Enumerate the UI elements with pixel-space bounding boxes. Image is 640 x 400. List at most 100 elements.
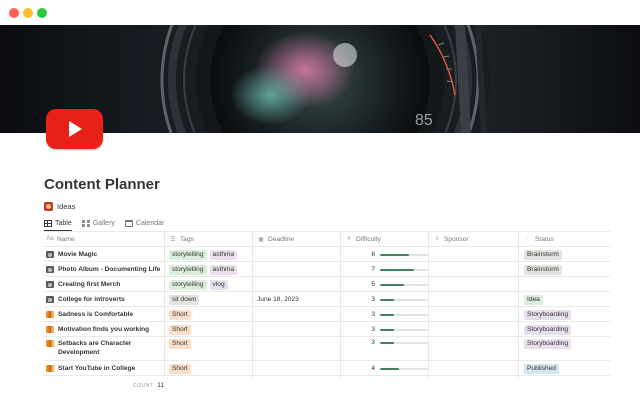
table-row[interactable]: Movie Magic storytelling asthma 6 Brainstorm	[44, 247, 610, 262]
row-tags-cell[interactable]: storytelling vlog	[169, 277, 231, 292]
difficulty-progress-bar	[380, 367, 428, 370]
row-difficulty-cell[interactable]: 7	[343, 262, 429, 277]
difficulty-progress-bar	[380, 298, 428, 301]
date-icon: ▣	[258, 236, 264, 243]
row-difficulty-cell[interactable]: 6	[343, 247, 429, 262]
minimize-window-button[interactable]	[23, 8, 33, 18]
difficulty-value: 4	[371, 365, 375, 372]
row-name-cell[interactable]: Sadness is Comfortable	[46, 307, 164, 322]
column-header-sponsor-label: Sponsor	[444, 235, 469, 243]
table-row[interactable]: College for introverts sit down June 18, 2…	[44, 292, 610, 307]
window-titlebar	[0, 0, 640, 25]
row-tags-cell[interactable]: storytelling asthma	[169, 247, 240, 262]
tab-calendar[interactable]: Calendar	[124, 216, 165, 230]
difficulty-progress-bar	[380, 268, 428, 271]
row-difficulty-cell[interactable]: 5	[343, 277, 429, 292]
row-name: College for introverts	[58, 296, 125, 303]
tag-badge: Short	[169, 339, 191, 349]
row-status-cell[interactable]: Published	[524, 361, 559, 376]
ideas-link[interactable]: Ideas	[44, 200, 75, 212]
row-tags-cell[interactable]: Short	[169, 337, 194, 361]
row-tags-cell[interactable]: Short	[169, 307, 194, 322]
status-badge: Storyboarding	[524, 309, 572, 320]
column-header-status-label: Status	[535, 235, 554, 243]
row-status-cell[interactable]: Storyboarding	[524, 307, 572, 322]
count-label: COUNT	[133, 382, 154, 389]
column-header-deadline[interactable]: ▣ Deadline	[257, 234, 294, 244]
row-status-cell[interactable]: Storyboarding	[524, 337, 572, 361]
table-top-border	[44, 231, 610, 232]
row-status-cell[interactable]: Storyboarding	[524, 322, 572, 337]
tab-gallery[interactable]: Gallery	[81, 216, 115, 230]
close-window-button[interactable]	[9, 8, 19, 18]
difficulty-progress-bar	[380, 328, 428, 331]
row-tags-cell[interactable]: Short	[169, 322, 194, 337]
row-status-cell[interactable]: Brainstorm	[524, 262, 562, 277]
row-difficulty-cell[interactable]: 3	[343, 292, 429, 307]
table-row[interactable]: Setbacks are Character Development Short 3…	[44, 337, 610, 361]
row-name-cell[interactable]: Creating first Merch	[46, 277, 164, 292]
row-name-cell[interactable]: Motivation finds you working	[46, 322, 164, 337]
row-status-cell[interactable]: Brainstorm	[524, 247, 562, 262]
table-count-footer: COUNT 11	[133, 382, 164, 389]
zoom-window-button[interactable]	[37, 8, 47, 18]
table-row[interactable]: Photo Album - Documenting Life storytelli…	[44, 262, 610, 277]
table-icon	[44, 219, 52, 227]
row-status-cell[interactable]: Idea	[524, 292, 543, 307]
multi-select-icon: ☰	[170, 236, 176, 243]
tag-badge: storytelling	[169, 264, 207, 275]
view-tabs: Table Gallery Calendar	[44, 216, 174, 232]
books-icon	[46, 340, 54, 347]
row-name: Movie Magic	[58, 251, 98, 258]
difficulty-progress-fill	[380, 342, 395, 344]
difficulty-progress-fill	[380, 328, 395, 331]
column-header-tags[interactable]: ☰ Tags	[169, 234, 194, 244]
difficulty-value: 6	[371, 251, 375, 258]
row-difficulty-cell[interactable]: 3	[343, 322, 429, 337]
difficulty-value: 3	[371, 326, 375, 333]
row-name-cell[interactable]: Setbacks are Character Development	[46, 337, 164, 361]
difficulty-progress-bar	[380, 313, 428, 316]
status-badge: Storyboarding	[524, 339, 572, 349]
row-name-cell[interactable]: College for introverts	[46, 292, 164, 307]
column-header-difficulty[interactable]: # Difficulty	[345, 234, 380, 244]
row-deadline-cell[interactable]: June 18, 2023	[257, 292, 299, 307]
difficulty-value: 3	[371, 311, 375, 318]
lens-marking-text: 85	[415, 112, 433, 129]
text-icon: Aa	[46, 236, 54, 242]
row-difficulty-cell[interactable]: 3	[343, 337, 429, 361]
status-badge: Brainstorm	[524, 264, 562, 275]
row-tags-cell[interactable]: sit down	[169, 292, 202, 307]
row-name-cell[interactable]: Movie Magic	[46, 247, 164, 262]
row-difficulty-cell[interactable]: 4	[343, 361, 429, 376]
column-header-name[interactable]: Aa Name	[46, 234, 74, 244]
table-row[interactable]: Start YouTube in College Short 4 Published	[44, 361, 610, 376]
row-name: Start YouTube in College	[58, 365, 136, 372]
difficulty-value: 7	[371, 266, 375, 273]
column-header-status[interactable]: ◌ Status	[524, 234, 554, 244]
row-name: Creating first Merch	[58, 281, 121, 288]
tab-calendar-label: Calendar	[135, 219, 165, 227]
column-header-sponsor[interactable]: ≡ Sponsor	[433, 234, 469, 244]
difficulty-progress-fill	[380, 268, 414, 271]
row-tags-cell[interactable]: storytelling asthma	[169, 262, 240, 277]
difficulty-progress-bar	[380, 342, 428, 344]
tab-table[interactable]: Table	[44, 216, 72, 232]
difficulty-progress-bar	[380, 253, 428, 256]
youtube-play-icon[interactable]	[46, 109, 103, 149]
table-row[interactable]: Sadness is Comfortable Short 3 Storyboardin…	[44, 307, 610, 322]
status-icon: ◌	[526, 236, 530, 242]
row-name-cell[interactable]: Start YouTube in College	[46, 361, 164, 376]
table-row[interactable]: Creating first Merch storytelling vlog 5	[44, 277, 610, 292]
tag-badge: Short	[169, 363, 191, 374]
status-badge: Published	[524, 363, 559, 374]
tag-badge: storytelling	[169, 249, 207, 260]
video-camera-icon	[46, 296, 54, 303]
row-tags-cell[interactable]: Short	[169, 361, 194, 376]
row-difficulty-cell[interactable]: 3	[343, 307, 429, 322]
tab-table-label: Table	[55, 219, 72, 227]
calendar-icon	[124, 219, 133, 227]
table-row[interactable]: Motivation finds you working Short 3 Storyb…	[44, 322, 610, 337]
row-name-cell[interactable]: Photo Album - Documenting Life	[46, 262, 164, 277]
row-name: Sadness is Comfortable	[58, 311, 134, 318]
